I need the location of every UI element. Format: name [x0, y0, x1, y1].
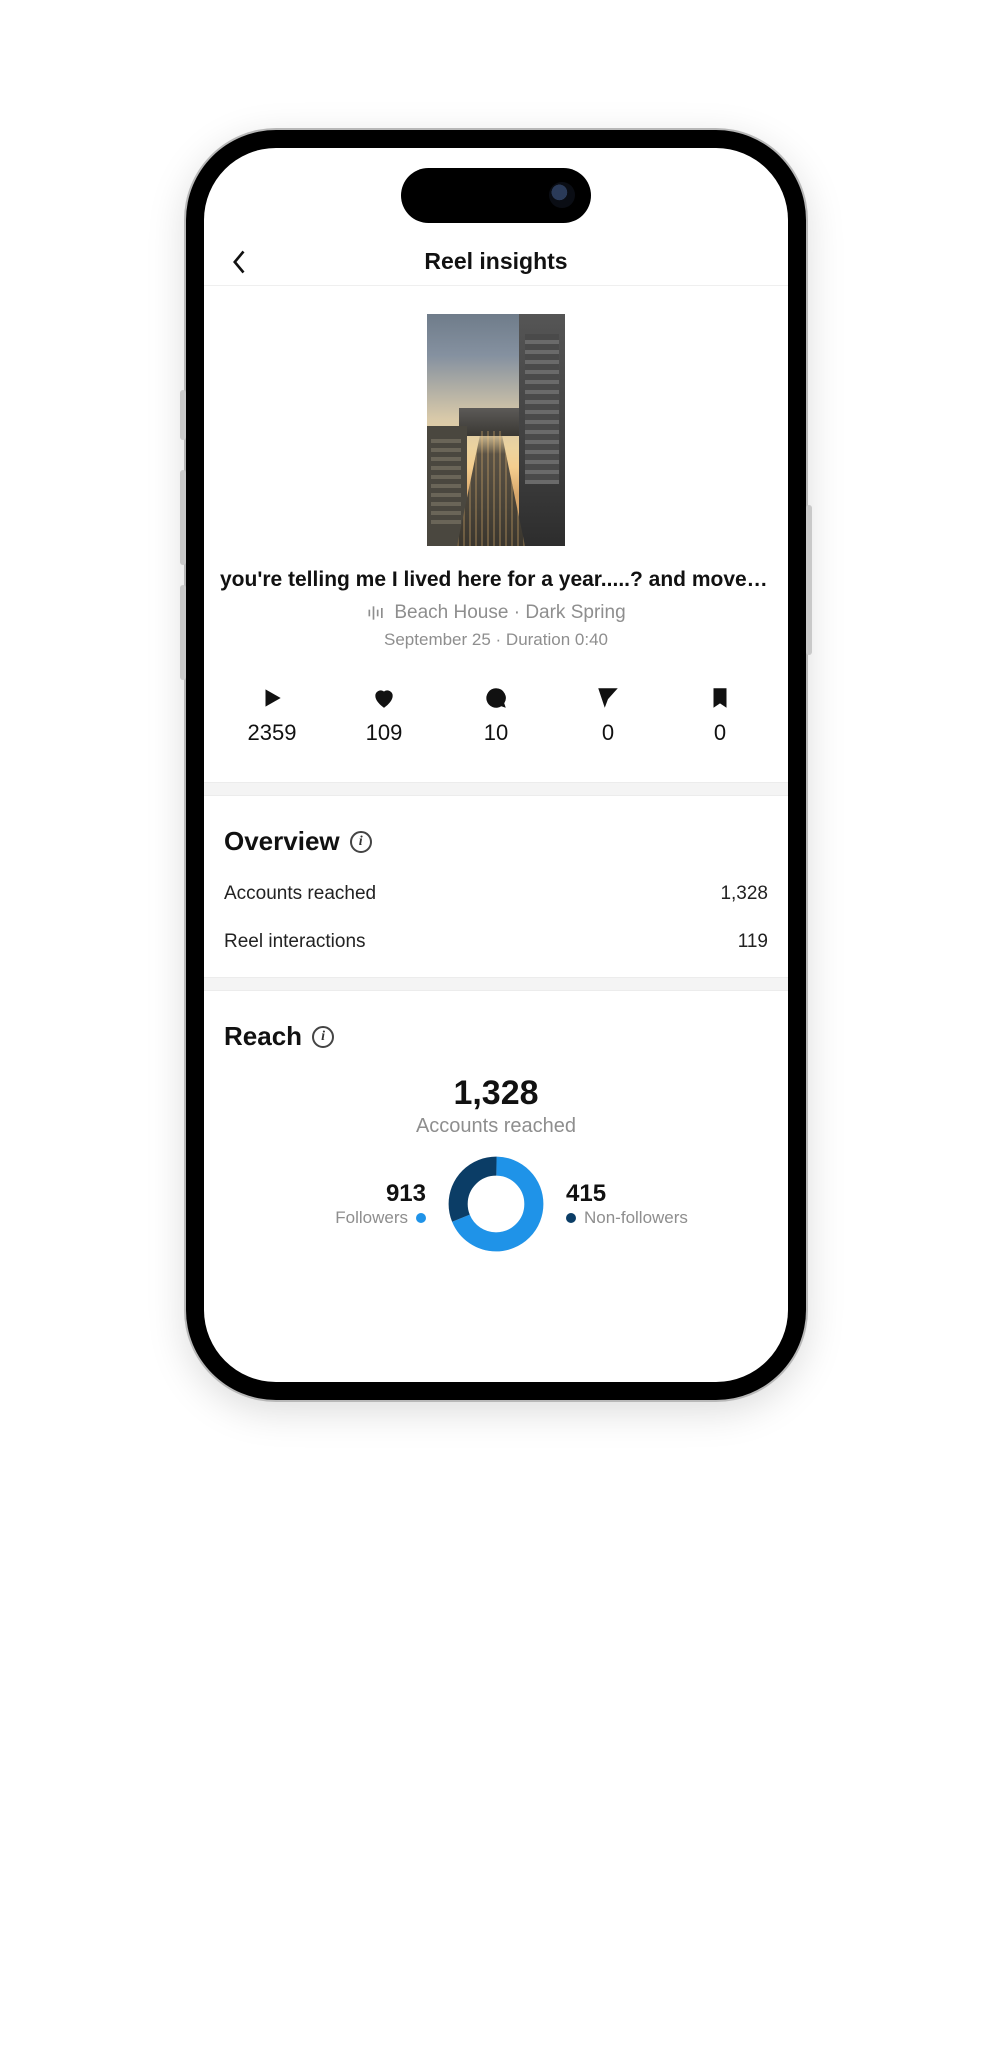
info-icon[interactable]: i	[350, 831, 372, 853]
stat-shares: 0	[552, 684, 664, 746]
reach-title: Reach	[224, 1021, 302, 1052]
reach-nonfollowers-label: Non-followers	[584, 1208, 688, 1228]
header: Reel insights	[204, 238, 788, 286]
reel-caption: you're telling me I lived here for a yea…	[204, 568, 788, 592]
stat-saves: 0	[664, 684, 776, 746]
stat-shares-value: 0	[552, 720, 664, 746]
stat-plays-value: 2359	[216, 720, 328, 746]
overview-accounts-value: 1,328	[720, 883, 768, 905]
heart-icon	[371, 685, 397, 711]
reach-section: Reach i 1,328 Accounts reached 913 Follo…	[204, 991, 788, 1278]
comment-icon	[483, 685, 509, 711]
section-divider	[204, 977, 788, 991]
overview-interactions-label: Reel interactions	[224, 931, 366, 953]
reach-followers-value: 913	[256, 1180, 426, 1208]
stats-row: 2359 109 10 0 0	[204, 650, 788, 782]
bookmark-icon	[707, 685, 733, 711]
overview-interactions-row[interactable]: Reel interactions 119	[224, 931, 768, 953]
reach-breakdown: 913 Followers 415 Non-followers	[224, 1154, 768, 1254]
phone-frame: Reel insights you're telling me I lived …	[186, 130, 806, 1400]
volume-up-button	[180, 470, 186, 565]
reach-total: 1,328	[224, 1074, 768, 1113]
reach-subtitle: Accounts reached	[224, 1115, 768, 1138]
stat-plays: 2359	[216, 684, 328, 746]
stat-likes: 109	[328, 684, 440, 746]
stat-comments: 10	[440, 684, 552, 746]
power-button	[806, 505, 812, 655]
page-title: Reel insights	[224, 248, 768, 275]
back-button[interactable]	[224, 246, 256, 278]
audio-bars-icon	[366, 603, 386, 623]
reach-donut-chart	[446, 1154, 546, 1254]
info-icon[interactable]: i	[312, 1026, 334, 1048]
stat-saves-value: 0	[664, 720, 776, 746]
chevron-left-icon	[231, 248, 249, 276]
reach-nonfollowers-value: 415	[566, 1180, 736, 1208]
reel-thumbnail-wrap	[204, 286, 788, 568]
stat-likes-value: 109	[328, 720, 440, 746]
overview-interactions-value: 119	[738, 931, 768, 953]
legend-dot-followers	[416, 1213, 426, 1223]
overview-accounts-row[interactable]: Accounts reached 1,328	[224, 883, 768, 905]
reel-audio[interactable]: Beach House · Dark Spring	[204, 602, 788, 624]
share-icon	[595, 685, 621, 711]
overview-section: Overview i Accounts reached 1,328 Reel i…	[204, 796, 788, 977]
stat-comments-value: 10	[440, 720, 552, 746]
overview-accounts-label: Accounts reached	[224, 883, 376, 905]
dynamic-island	[401, 168, 591, 223]
reel-meta: September 25 · Duration 0:40	[204, 630, 788, 650]
legend-dot-nonfollowers	[566, 1213, 576, 1223]
section-divider	[204, 782, 788, 796]
reel-thumbnail[interactable]	[427, 314, 565, 546]
reach-followers-label: Followers	[335, 1208, 408, 1228]
side-button	[180, 390, 186, 440]
volume-down-button	[180, 585, 186, 680]
reel-audio-label: Beach House · Dark Spring	[394, 602, 625, 624]
screen: Reel insights you're telling me I lived …	[204, 148, 788, 1382]
reach-nonfollowers: 415 Non-followers	[566, 1180, 736, 1228]
play-icon	[259, 685, 285, 711]
overview-title: Overview	[224, 826, 340, 857]
reach-followers: 913 Followers	[256, 1180, 426, 1228]
